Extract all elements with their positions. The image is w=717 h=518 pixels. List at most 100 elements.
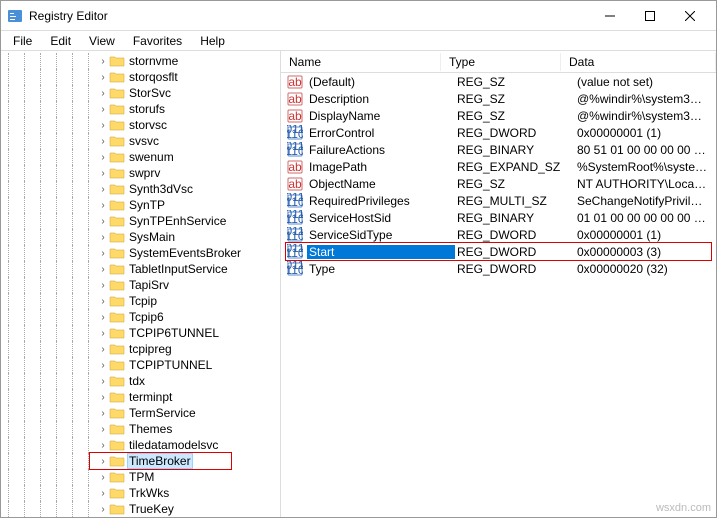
value-name: ObjectName <box>307 177 455 191</box>
expander-icon[interactable]: › <box>97 455 109 467</box>
column-data[interactable]: Data <box>561 53 716 71</box>
expander-icon[interactable]: › <box>97 327 109 339</box>
binary-value-icon: 011110 <box>287 261 303 277</box>
tree-item-timebroker[interactable]: ›TimeBroker <box>1 453 280 469</box>
expander-icon[interactable]: › <box>97 71 109 83</box>
tree-item-sysmain[interactable]: ›SysMain <box>1 229 280 245</box>
column-type[interactable]: Type <box>441 53 561 71</box>
column-name[interactable]: Name <box>281 53 441 71</box>
tree-item-tcpip6[interactable]: ›Tcpip6 <box>1 309 280 325</box>
expander-icon[interactable]: › <box>97 503 109 515</box>
menu-help[interactable]: Help <box>192 32 233 50</box>
tree-item-tcpiptunnel[interactable]: ›TCPIPTUNNEL <box>1 357 280 373</box>
value-name: RequiredPrivileges <box>307 194 455 208</box>
expander-icon[interactable]: › <box>97 375 109 387</box>
expander-icon[interactable]: › <box>97 391 109 403</box>
value-data: 0x00000003 (3) <box>575 245 710 259</box>
value-row[interactable]: 011110TypeREG_DWORD0x00000020 (32) <box>281 260 716 277</box>
tree-item-syntpenhservice[interactable]: ›SynTPEnhService <box>1 213 280 229</box>
value-row[interactable]: abDescriptionREG_SZ@%windir%\system32\Ti… <box>281 90 716 107</box>
menu-edit[interactable]: Edit <box>42 32 79 50</box>
value-row[interactable]: 011110RequiredPrivilegesREG_MULTI_SZSeCh… <box>281 192 716 209</box>
string-value-icon: ab <box>287 91 303 107</box>
menu-favorites[interactable]: Favorites <box>125 32 190 50</box>
close-button[interactable] <box>670 2 710 30</box>
expander-icon[interactable]: › <box>97 199 109 211</box>
tree-pane[interactable]: ›stornvme›storqosflt›StorSvc›storufs›sto… <box>1 51 281 517</box>
value-row[interactable]: ab(Default)REG_SZ(value not set) <box>281 73 716 90</box>
expander-icon[interactable]: › <box>97 359 109 371</box>
expander-icon[interactable]: › <box>97 167 109 179</box>
tree-item-label: TapiSrv <box>127 278 171 292</box>
expander-icon[interactable]: › <box>97 231 109 243</box>
menubar: File Edit View Favorites Help <box>1 31 716 51</box>
expander-icon[interactable]: › <box>97 487 109 499</box>
tree-item-svsvc[interactable]: › svsvc <box>1 133 280 149</box>
value-type: REG_EXPAND_SZ <box>455 160 575 174</box>
value-type: REG_DWORD <box>455 126 575 140</box>
tree-item-tpm[interactable]: ›TPM <box>1 469 280 485</box>
tree-item-label: TrkWks <box>127 486 171 500</box>
expander-icon[interactable]: › <box>97 247 109 259</box>
value-row[interactable]: abImagePathREG_EXPAND_SZ%SystemRoot%\sys… <box>281 158 716 175</box>
tree-item-systemeventsbroker[interactable]: ›SystemEventsBroker <box>1 245 280 261</box>
menu-view[interactable]: View <box>81 32 123 50</box>
tree-item-tapisrv[interactable]: › TapiSrv <box>1 277 280 293</box>
expander-icon[interactable]: › <box>97 343 109 355</box>
value-row[interactable]: 011110StartREG_DWORD0x00000003 (3) <box>281 243 716 260</box>
expander-icon[interactable]: › <box>97 135 109 147</box>
expander-icon[interactable]: › <box>97 55 109 67</box>
tree-item-label: StorSvc <box>127 86 173 100</box>
tree-item-label: svsvc <box>127 134 161 148</box>
tree-item-storufs[interactable]: ›storufs <box>1 101 280 117</box>
expander-icon[interactable]: › <box>97 103 109 115</box>
tree-item-storsvc[interactable]: › StorSvc <box>1 85 280 101</box>
tree-item-terminpt[interactable]: ›terminpt <box>1 389 280 405</box>
value-row[interactable]: 011110FailureActionsREG_BINARY80 51 01 0… <box>281 141 716 158</box>
expander-icon[interactable]: › <box>97 471 109 483</box>
list-pane[interactable]: Name Type Data ab(Default)REG_SZ(value n… <box>281 51 716 517</box>
maximize-button[interactable] <box>630 2 670 30</box>
folder-icon <box>109 374 125 388</box>
tree-item-stornvme[interactable]: ›stornvme <box>1 53 280 69</box>
minimize-button[interactable] <box>590 2 630 30</box>
expander-icon[interactable]: › <box>97 295 109 307</box>
tree-item-storvsc[interactable]: ›storvsc <box>1 117 280 133</box>
svg-text:110: 110 <box>287 229 303 243</box>
expander-icon[interactable]: › <box>97 215 109 227</box>
tree-item-storqosflt[interactable]: ›storqosflt <box>1 69 280 85</box>
tree-item-synth3dvsc[interactable]: ›Synth3dVsc <box>1 181 280 197</box>
tree-item-tdx[interactable]: ›tdx <box>1 373 280 389</box>
tree-item-tcpip6tunnel[interactable]: ›TCPIP6TUNNEL <box>1 325 280 341</box>
tree-item-trkwks[interactable]: › TrkWks <box>1 485 280 501</box>
tree-item-tcpip[interactable]: ›Tcpip <box>1 293 280 309</box>
tree-item-termservice[interactable]: ›TermService <box>1 405 280 421</box>
tree-item-swenum[interactable]: ›swenum <box>1 149 280 165</box>
expander-icon[interactable]: › <box>97 183 109 195</box>
value-row[interactable]: 011110ErrorControlREG_DWORD0x00000001 (1… <box>281 124 716 141</box>
tree-item-tiledatamodelsvc[interactable]: ›tiledatamodelsvc <box>1 437 280 453</box>
tree-item-swprv[interactable]: ›swprv <box>1 165 280 181</box>
expander-icon[interactable]: › <box>97 407 109 419</box>
tree-item-themes[interactable]: › Themes <box>1 421 280 437</box>
expander-icon[interactable]: › <box>97 311 109 323</box>
expander-icon[interactable]: › <box>97 439 109 451</box>
value-row[interactable]: abObjectNameREG_SZNT AUTHORITY\LocalServ… <box>281 175 716 192</box>
tree-item-tcpipreg[interactable]: ›tcpipreg <box>1 341 280 357</box>
expander-icon[interactable]: › <box>97 423 109 435</box>
value-row[interactable]: abDisplayNameREG_SZ@%windir%\system32\Ti… <box>281 107 716 124</box>
expander-icon[interactable]: › <box>97 87 109 99</box>
expander-icon[interactable]: › <box>97 279 109 291</box>
tree-item-tabletinputservice[interactable]: ›TabletInputService <box>1 261 280 277</box>
folder-icon <box>109 214 125 228</box>
binary-value-icon: 011110 <box>287 142 303 158</box>
expander-icon[interactable]: › <box>97 263 109 275</box>
tree-item-syntp[interactable]: ›SynTP <box>1 197 280 213</box>
tree-item-truekey[interactable]: ›TrueKey <box>1 501 280 517</box>
menu-file[interactable]: File <box>5 32 40 50</box>
expander-icon[interactable]: › <box>97 119 109 131</box>
value-row[interactable]: 011110ServiceHostSidREG_BINARY01 01 00 0… <box>281 209 716 226</box>
value-row[interactable]: 011110ServiceSidTypeREG_DWORD0x00000001 … <box>281 226 716 243</box>
tree-item-label: Themes <box>127 422 174 436</box>
expander-icon[interactable]: › <box>97 151 109 163</box>
